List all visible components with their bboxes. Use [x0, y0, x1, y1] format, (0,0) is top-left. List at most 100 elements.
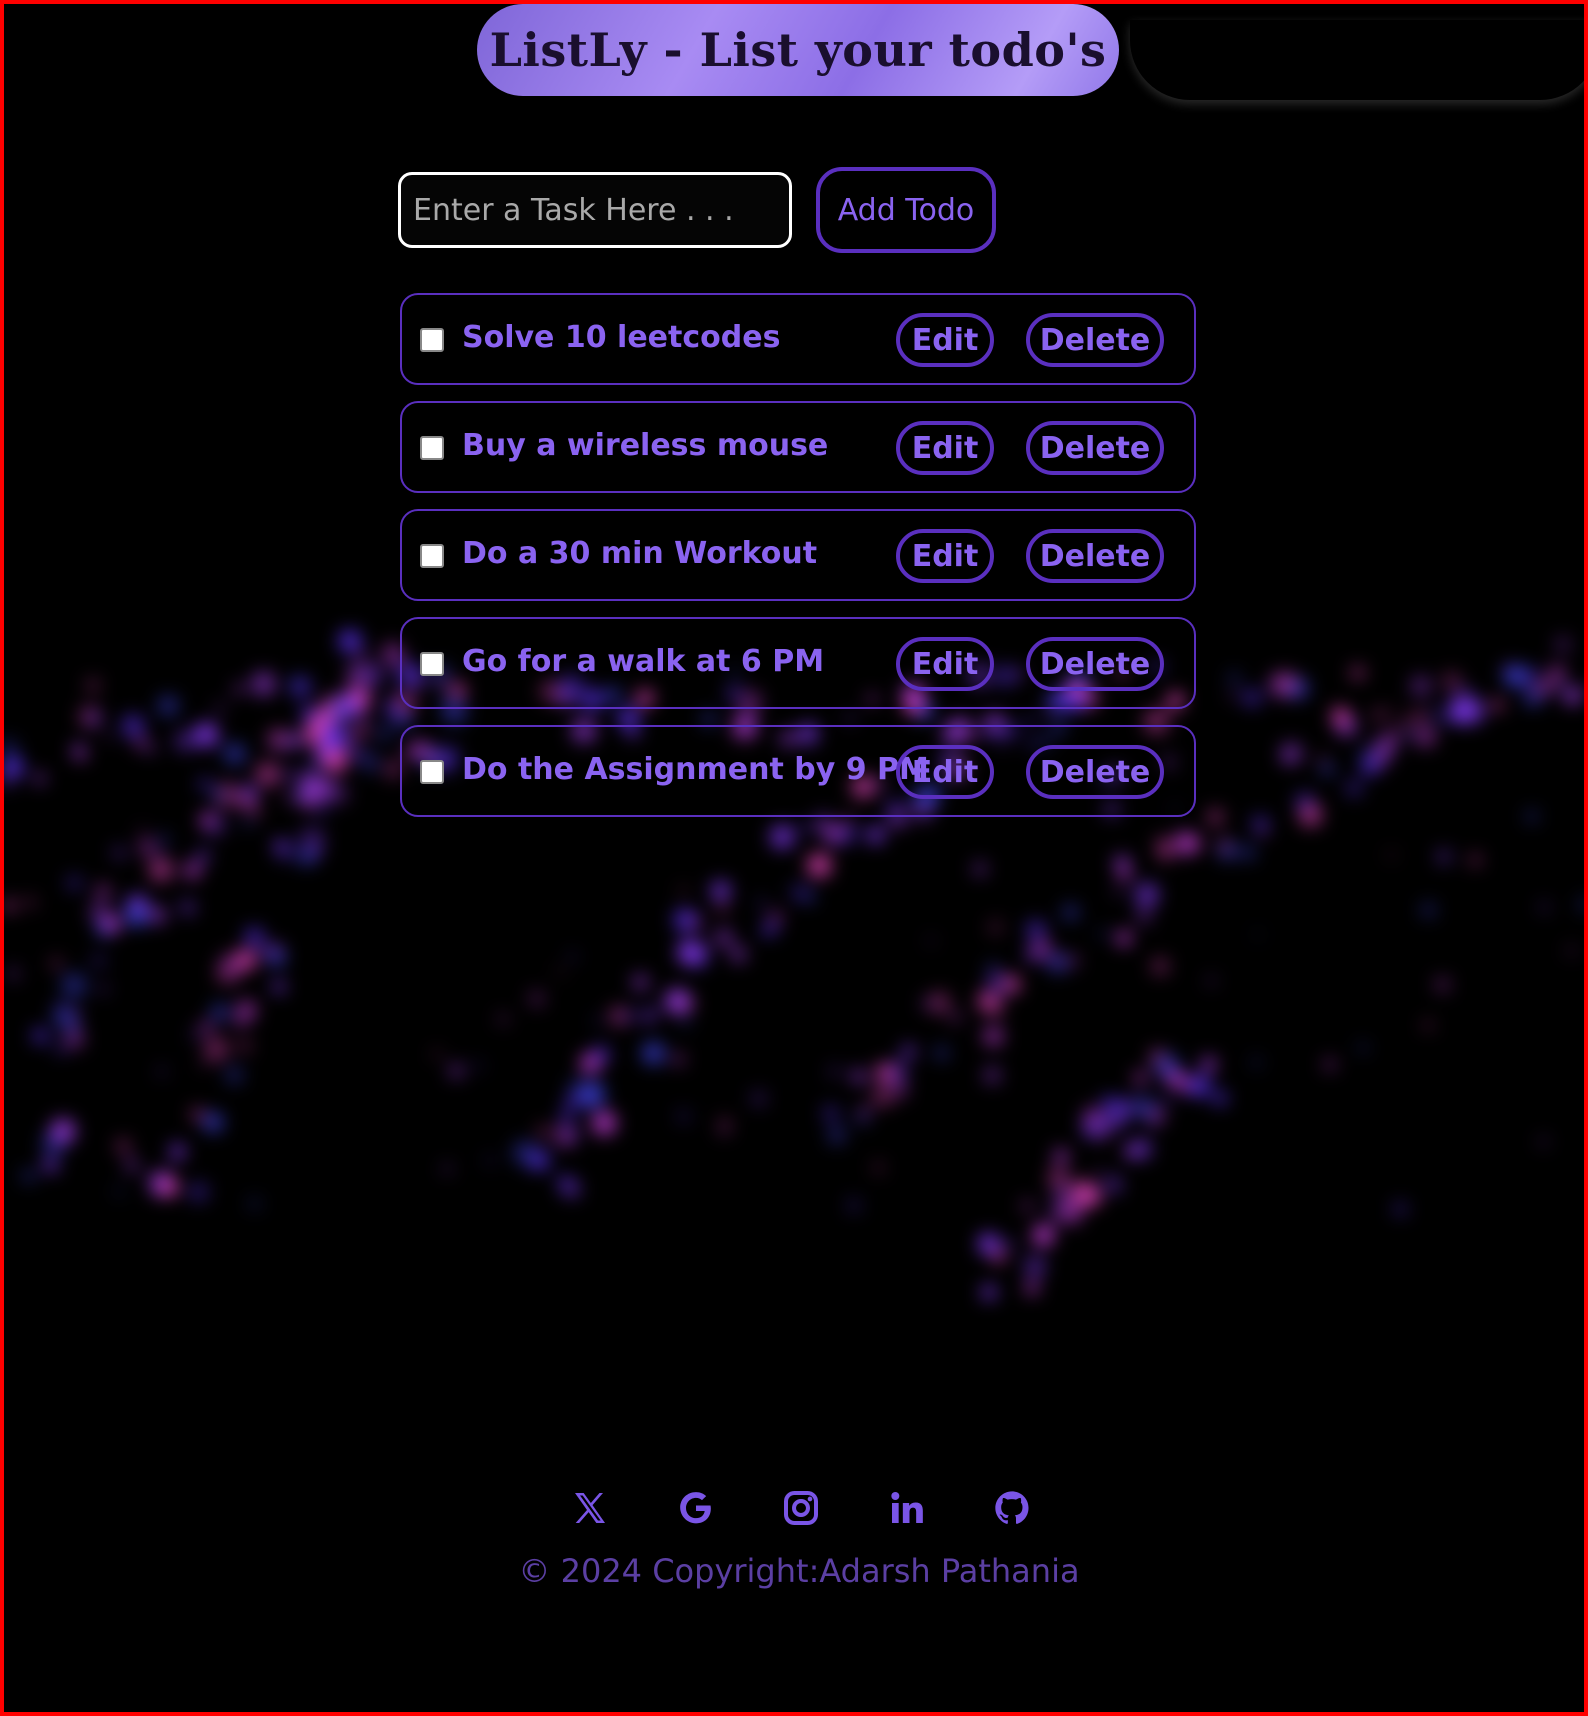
- star-dot: [1387, 850, 1396, 860]
- star-dot: [902, 1045, 915, 1059]
- star-dot: [260, 945, 271, 956]
- social-links: [566, 1484, 1036, 1532]
- star-dot: [873, 1162, 884, 1173]
- star-dot: [1151, 957, 1169, 976]
- star-dot: [632, 974, 649, 991]
- star-dot: [1021, 1200, 1033, 1212]
- star-dot: [1207, 809, 1224, 826]
- star-dot: [240, 784, 257, 802]
- star-dot: [1491, 699, 1504, 711]
- star-dot: [892, 1083, 908, 1099]
- todo-checkbox[interactable]: [420, 652, 444, 676]
- star-dot: [677, 1003, 688, 1013]
- star-dot: [591, 1110, 617, 1136]
- delete-button[interactable]: Delete: [1026, 421, 1164, 475]
- star-dot: [105, 732, 114, 741]
- todo-checkbox[interactable]: [420, 436, 444, 460]
- edit-button[interactable]: Edit: [896, 745, 994, 799]
- title-banner: ListLy - List your todo's: [477, 4, 1119, 96]
- star-dot: [320, 734, 330, 744]
- star-dot: [114, 1187, 124, 1196]
- star-dot: [42, 1157, 59, 1173]
- star-dot: [770, 923, 780, 933]
- edit-button[interactable]: Edit: [896, 529, 994, 583]
- star-dot: [983, 1066, 1001, 1084]
- star-dot: [51, 958, 62, 969]
- star-dot: [200, 1059, 209, 1067]
- star-dot: [235, 948, 257, 971]
- todo-checkbox[interactable]: [420, 328, 444, 352]
- star-dot: [327, 783, 349, 805]
- star-dot: [1566, 945, 1578, 956]
- edit-button[interactable]: Edit: [896, 637, 994, 691]
- edit-button[interactable]: Edit: [896, 421, 994, 475]
- star-dot: [1131, 1138, 1153, 1160]
- linkedin-icon[interactable]: [883, 1484, 931, 1532]
- star-dot: [139, 828, 146, 835]
- star-dot: [1413, 710, 1425, 723]
- star-dot: [199, 778, 210, 790]
- star-dot: [1158, 845, 1174, 861]
- star-dot: [750, 1090, 767, 1107]
- star-dot: [245, 927, 264, 947]
- star-dot: [360, 752, 380, 773]
- star-dot: [828, 1065, 841, 1078]
- add-todo-button[interactable]: Add Todo: [816, 167, 996, 253]
- github-icon[interactable]: [988, 1484, 1036, 1532]
- star-dot: [874, 1063, 895, 1083]
- delete-button[interactable]: Delete: [1026, 745, 1164, 799]
- todo-text: Buy a wireless mouse: [462, 428, 829, 463]
- todo-item: Do the Assignment by 9 PM Edit Delete: [400, 725, 1196, 817]
- star-dot: [1508, 665, 1530, 686]
- x-icon[interactable]: [566, 1484, 614, 1532]
- star-dot: [1134, 882, 1160, 908]
- star-dot: [681, 1017, 690, 1026]
- star-dot: [1539, 902, 1550, 913]
- edit-button[interactable]: Edit: [896, 313, 994, 367]
- star-dot: [681, 952, 694, 965]
- star-dot: [512, 1140, 538, 1166]
- star-dot: [1243, 688, 1261, 707]
- todo-checkbox[interactable]: [420, 544, 444, 568]
- star-dot: [96, 884, 110, 898]
- star-dot: [1442, 672, 1461, 690]
- star-dot: [676, 1109, 691, 1124]
- star-dot: [252, 809, 261, 818]
- star-dot: [1252, 815, 1269, 833]
- star-dot: [157, 850, 165, 857]
- star-dot: [1201, 1056, 1218, 1073]
- star-dot: [1547, 665, 1567, 684]
- delete-button[interactable]: Delete: [1026, 637, 1164, 691]
- star-dot: [1320, 762, 1334, 776]
- star-dot: [1410, 675, 1432, 697]
- task-input[interactable]: [398, 172, 792, 248]
- star-dot: [1104, 1175, 1123, 1194]
- star-dot: [61, 972, 87, 999]
- star-dot: [195, 848, 211, 864]
- todo-checkbox[interactable]: [420, 760, 444, 784]
- star-dot: [1163, 1095, 1173, 1104]
- page-title: ListLy - List your todo's: [489, 23, 1107, 77]
- delete-button[interactable]: Delete: [1026, 313, 1164, 367]
- star-dot: [1579, 897, 1588, 912]
- star-dot: [537, 1125, 550, 1139]
- star-dot: [160, 1178, 179, 1197]
- todo-text: Do a 30 min Workout: [462, 536, 818, 571]
- star-dot: [243, 817, 254, 828]
- star-dot: [1147, 1112, 1161, 1126]
- star-dot: [148, 857, 174, 882]
- star-dot: [255, 762, 280, 787]
- star-dot: [344, 708, 356, 720]
- instagram-icon[interactable]: [777, 1484, 825, 1532]
- star-dot: [121, 714, 145, 738]
- star-dot: [99, 984, 108, 994]
- delete-button[interactable]: Delete: [1026, 529, 1164, 583]
- star-dot: [1241, 846, 1255, 860]
- star-dot: [139, 839, 156, 856]
- star-dot: [1252, 1058, 1261, 1067]
- star-dot: [8, 968, 19, 979]
- google-icon[interactable]: [672, 1484, 720, 1532]
- star-dot: [433, 1051, 440, 1058]
- star-dot: [442, 1164, 452, 1174]
- star-dot: [578, 1081, 605, 1108]
